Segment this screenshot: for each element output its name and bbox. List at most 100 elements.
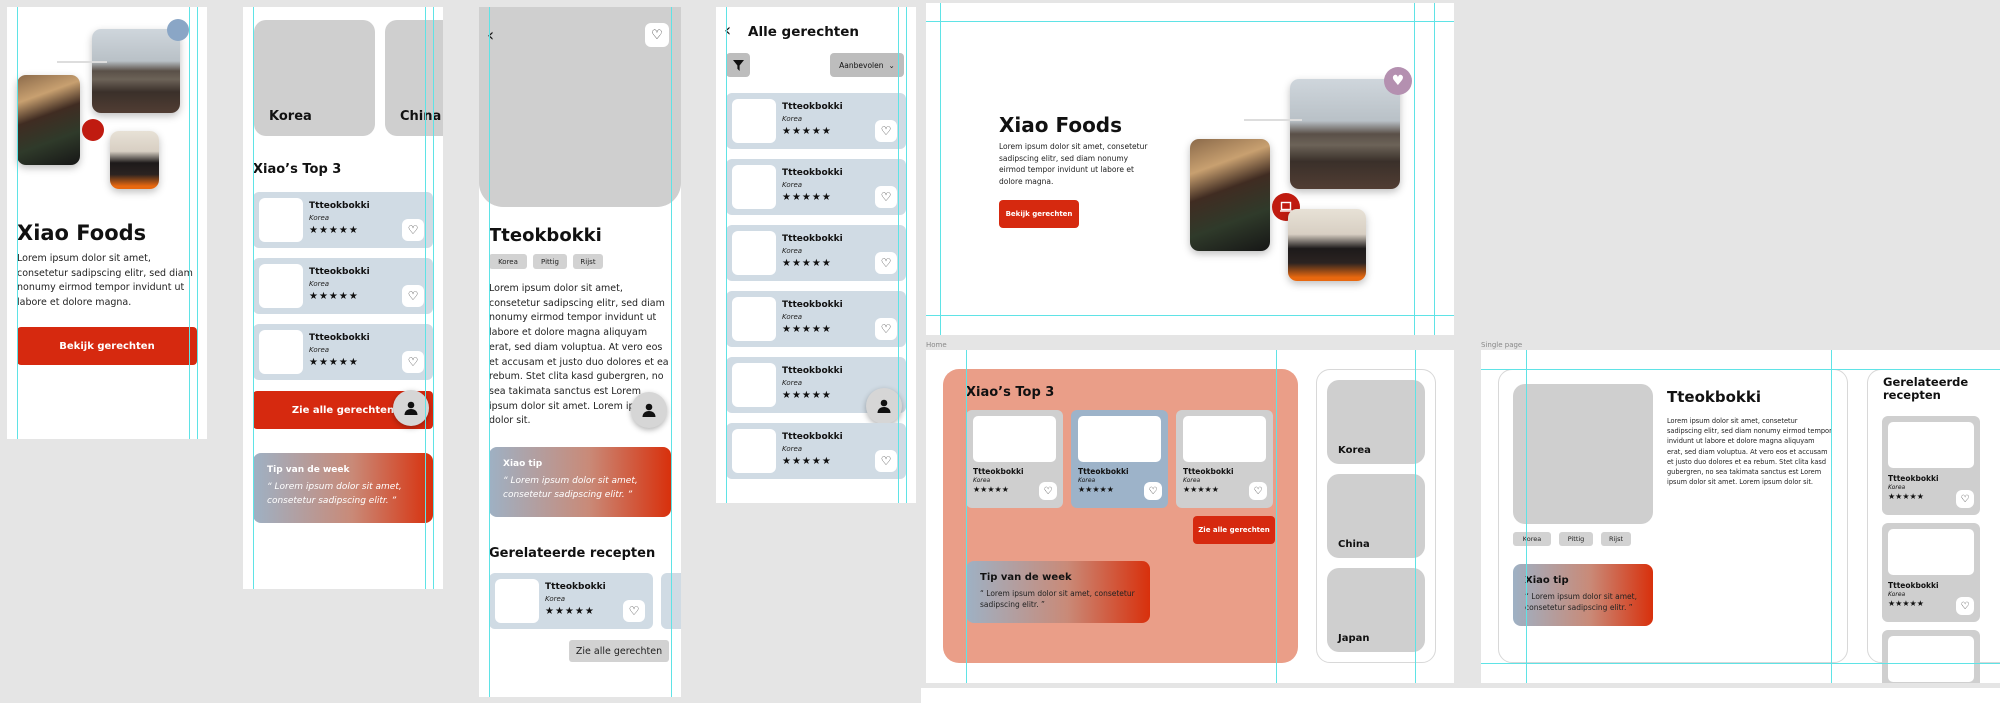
recipe-name: Ttteokbokki xyxy=(1078,467,1129,476)
recipe-country: Korea xyxy=(782,115,803,123)
recipe-thumb xyxy=(1888,529,1974,575)
heart-icon[interactable]: ♡ xyxy=(1956,597,1974,615)
photo-frame-line xyxy=(57,61,107,63)
tip-of-week-card: Tip van de week “ Lorem ipsum dolor sit … xyxy=(966,561,1150,623)
recipe-card[interactable]: Ttteokbokki Korea ★★★★★ ♡ xyxy=(726,159,906,215)
heart-icon[interactable]: ♡ xyxy=(875,252,897,274)
recipe-card[interactable]: Ttteokbokki Korea ★★★★★ ♡ xyxy=(726,291,906,347)
recipe-title: Tteokbokki xyxy=(489,225,602,246)
photo-frame-line xyxy=(1244,119,1302,121)
recipe-card[interactable]: Ttteokbokki Korea ★★★★★ ♡ xyxy=(253,324,433,380)
heart-icon[interactable]: ♡ xyxy=(875,450,897,472)
related-card[interactable]: Ttteokbokki Korea ★★★★★ ♡ xyxy=(1882,523,1980,622)
heart-icon[interactable]: ♡ xyxy=(402,219,424,241)
view-dishes-button[interactable]: Bekijk gerechten xyxy=(17,327,197,365)
recipe-name: Ttteokbokki xyxy=(309,333,370,343)
heart-icon[interactable]: ♡ xyxy=(1144,482,1162,500)
favorite-heart-badge[interactable]: ♥ xyxy=(1384,67,1412,95)
heart-icon[interactable]: ♡ xyxy=(875,120,897,142)
recipe-card[interactable]: Ttteokbokki Korea ★★★★★ ♡ xyxy=(253,192,433,248)
view-dishes-button[interactable]: Bekijk gerechten xyxy=(999,200,1079,228)
top3-card[interactable]: Ttteokbokki Korea ★★★★★ ♡ xyxy=(1071,410,1168,508)
heart-icon[interactable]: ♡ xyxy=(402,285,424,307)
related-card[interactable] xyxy=(1882,630,1980,683)
recipe-card[interactable]: Ttteokbokki Korea ★★★★★ ♡ xyxy=(726,423,906,479)
hero-photo-drink xyxy=(1190,139,1270,251)
tip-quote: “ Lorem ipsum dolor sit amet, consetetur… xyxy=(1525,592,1637,613)
rating-stars: ★★★★★ xyxy=(309,357,359,368)
recipe-thumb xyxy=(495,579,539,623)
tag-chip: Pittig xyxy=(1559,532,1593,546)
recipe-name: Ttteokbokki xyxy=(782,432,843,442)
recipe-name: Ttteokbokki xyxy=(309,201,370,211)
recipe-thumb xyxy=(1183,416,1266,462)
recipe-card[interactable]: Ttteokbokki Korea ★★★★★ ♡ xyxy=(726,225,906,281)
heart-icon[interactable]: ♡ xyxy=(1039,482,1057,500)
section-title-top3: Xiao’s Top 3 xyxy=(966,385,1055,400)
user-icon[interactable] xyxy=(393,390,429,426)
recipe-title: Tteokbokki xyxy=(1667,388,1761,406)
heart-icon[interactable]: ♡ xyxy=(623,600,645,622)
heart-icon[interactable]: ♡ xyxy=(875,318,897,340)
recipe-card[interactable]: Ttteokbokki Korea ★★★★★ ♡ xyxy=(726,93,906,149)
rating-stars: ★★★★★ xyxy=(1888,492,1924,501)
recipe-description: Lorem ipsum dolor sit amet, consetetur s… xyxy=(1667,417,1832,487)
recipe-country: Korea xyxy=(309,280,330,288)
recipe-thumb xyxy=(973,416,1056,462)
user-icon[interactable] xyxy=(866,388,902,424)
tip-of-week-card: Tip van de week “ Lorem ipsum dolor sit … xyxy=(253,453,433,523)
recipe-country: Korea xyxy=(1888,591,1906,598)
recipe-card[interactable]: Ttteokbokki Korea ★★★★★ ♡ xyxy=(253,258,433,314)
tag-chip: Korea xyxy=(489,254,527,269)
recipe-country: Korea xyxy=(1183,477,1201,484)
desktop-top3-frame: Xiao’s Top 3 Ttteokbokki Korea ★★★★★ ♡ T… xyxy=(926,350,1454,683)
heart-icon[interactable]: ♡ xyxy=(875,186,897,208)
heart-icon[interactable]: ♡ xyxy=(1249,482,1267,500)
hero-photo-girl xyxy=(110,131,159,189)
recipe-thumb xyxy=(259,198,303,242)
intro-text: Lorem ipsum dolor sit amet, consetetur s… xyxy=(999,142,1148,186)
page-title: Xiao Foods xyxy=(17,221,147,245)
recipe-thumb xyxy=(259,330,303,374)
filter-icon[interactable] xyxy=(726,53,750,77)
sort-dropdown[interactable]: Aanbevolen ⌄ xyxy=(830,53,904,77)
rating-stars: ★★★★★ xyxy=(309,291,359,302)
heart-icon[interactable]: ♡ xyxy=(645,23,669,47)
recipe-country: Korea xyxy=(782,445,803,453)
user-icon[interactable] xyxy=(631,392,667,428)
intro-text: Lorem ipsum dolor sit amet, consetetur s… xyxy=(17,253,193,309)
see-all-button[interactable]: Zie alle gerechten xyxy=(1193,516,1275,544)
heart-icon[interactable]: ♡ xyxy=(1956,490,1974,508)
tip-quote: “ Lorem ipsum dolor sit amet, consetetur… xyxy=(503,476,638,500)
recipe-country: Korea xyxy=(782,181,803,189)
recipe-name: Ttteokbokki xyxy=(973,467,1024,476)
recipe-image xyxy=(1513,384,1653,524)
accent-dot-blue xyxy=(167,19,189,41)
recipe-name: Ttteokbokki xyxy=(782,366,843,376)
related-card[interactable]: Ttteokbokki Korea ★★★★★ ♡ xyxy=(1882,416,1980,515)
mobile-list-frame: ‹ Alle gerechten Aanbevolen ⌄ Ttteokbokki… xyxy=(716,7,916,503)
top3-card[interactable]: Ttteokbokki Korea ★★★★★ ♡ xyxy=(966,410,1063,508)
see-all-button[interactable]: Zie alle gerechten xyxy=(569,640,669,662)
tip-title: Xiao tip xyxy=(503,459,543,469)
desktop-single-frame: Tteokbokki Lorem ipsum dolor sit amet, c… xyxy=(1481,350,2000,683)
heart-icon[interactable]: ♡ xyxy=(402,351,424,373)
tag-chip: Pittig xyxy=(533,254,567,269)
recipe-country: Korea xyxy=(782,379,803,387)
tip-title: Tip van de week xyxy=(267,465,350,475)
hero-photo-city xyxy=(1290,79,1400,189)
recipe-name: Ttteokbokki xyxy=(545,582,606,592)
recipe-thumb xyxy=(1888,636,1974,682)
frame-label-single: Single page xyxy=(1481,341,1523,349)
recipe-thumb xyxy=(259,264,303,308)
rating-stars: ★★★★★ xyxy=(309,225,359,236)
rating-stars: ★★★★★ xyxy=(973,485,1009,494)
recipe-card[interactable]: Ttteokbokki Korea ★★★★★ ♡ xyxy=(489,573,653,629)
recipe-country: Korea xyxy=(309,214,330,222)
chevron-down-icon: ⌄ xyxy=(888,60,895,70)
rating-stars: ★★★★★ xyxy=(782,324,832,335)
category-label: Japan xyxy=(1338,633,1370,644)
recipe-thumb xyxy=(732,429,776,473)
rating-stars: ★★★★★ xyxy=(782,192,832,203)
top3-card[interactable]: Ttteokbokki Korea ★★★★★ ♡ xyxy=(1176,410,1273,508)
